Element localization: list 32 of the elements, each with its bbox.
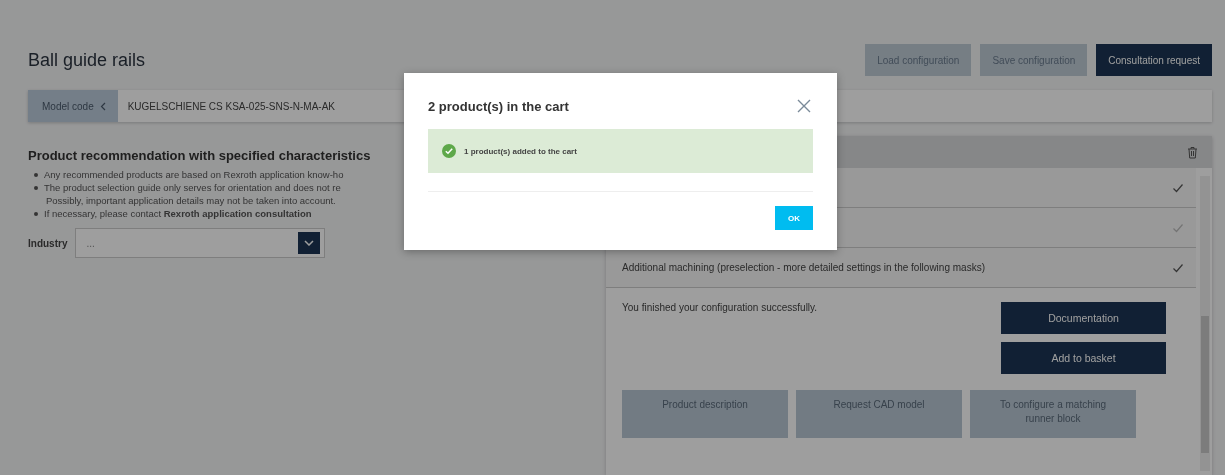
- bullet-icon: [34, 185, 38, 190]
- alert-text: 1 product(s) added to the cart: [464, 146, 577, 156]
- close-icon[interactable]: [795, 97, 813, 115]
- chevron-left-icon: [99, 101, 106, 111]
- bullet-icon: [34, 172, 38, 177]
- option-button[interactable]: Product description: [622, 390, 788, 438]
- option-button[interactable]: Request CAD model: [796, 390, 962, 438]
- step-row[interactable]: Additional machining (preselection - more detailed settings in the following masks): [606, 248, 1196, 288]
- checkmark-icon: [1172, 261, 1184, 274]
- bullet-text: The product selection guide only serves for orientation and does not re: [44, 181, 341, 194]
- action-button[interactable]: Documentation: [1001, 302, 1166, 334]
- bullet-text: If necessary, please contact Rexroth application consultation: [44, 207, 312, 220]
- industry-select[interactable]: ...: [75, 228, 326, 258]
- header-button[interactable]: Consultation request: [1096, 44, 1212, 76]
- bullet-text: Any recommended products are based on Rexroth application know-ho: [44, 168, 344, 181]
- ok-button[interactable]: OK: [775, 206, 813, 230]
- section-title: Product recommendation with specified characteristics: [28, 148, 371, 163]
- success-message: You finished your configuration successfully.: [622, 302, 818, 315]
- action-button[interactable]: Add to basket: [1001, 342, 1166, 374]
- trash-icon[interactable]: [1187, 145, 1198, 159]
- dialog-title: 2 product(s) in the cart: [428, 98, 569, 114]
- model-code-toggle[interactable]: Model code: [28, 90, 118, 122]
- chevron-down-icon: [298, 232, 321, 254]
- checkmark-icon: [1172, 181, 1184, 194]
- bullet-text: Possibly, important application details may not be taken into account.: [46, 194, 336, 207]
- industry-label: Industry: [28, 237, 68, 249]
- scrollbar[interactable]: [1200, 176, 1210, 471]
- page-title: Ball guide rails: [28, 49, 146, 71]
- model-code-value: KUGELSCHIENE CS KSA-025-SNS-N-MA-AK: [126, 100, 335, 112]
- bullet-icon: [34, 211, 38, 216]
- checkmark-icon: [1172, 221, 1184, 234]
- check-circle-icon: [442, 144, 456, 158]
